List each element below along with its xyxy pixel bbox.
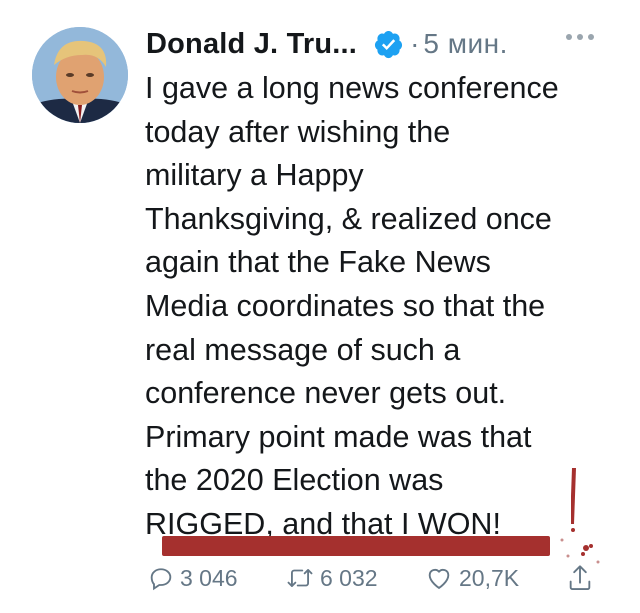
author-name[interactable]: Donald J. Tru... — [146, 28, 357, 61]
tweet-line: today after wishing the — [145, 114, 451, 149]
share-icon — [569, 565, 591, 591]
tweet-header: Donald J. Tru... · 5 мин. — [146, 22, 508, 66]
like-icon — [428, 568, 450, 590]
reply-icon — [150, 568, 172, 591]
tweet-line: conference never gets out. — [145, 376, 507, 411]
red-marker-strike — [162, 536, 550, 556]
tweet-actions: 3 046 6 032 20,7K — [0, 558, 640, 602]
more-options-icon[interactable] — [566, 34, 594, 40]
reply-count: 3 046 — [180, 564, 238, 591]
separator-dot: · — [410, 28, 420, 59]
tweet-timestamp[interactable]: 5 мин. — [423, 28, 507, 60]
tweet-line: real message of such a — [145, 332, 461, 367]
retweet-count: 6 032 — [320, 564, 378, 591]
share-button[interactable] — [566, 562, 594, 594]
avatar-image — [32, 27, 128, 123]
reply-button[interactable]: 3 046 — [147, 564, 238, 592]
tweet-line: Primary point made was that — [145, 419, 532, 454]
like-button[interactable]: 20,7K — [424, 564, 519, 592]
retweet-icon — [287, 569, 313, 587]
tweet-line: I gave a long news conference — [145, 71, 559, 105]
verified-badge-icon — [374, 30, 403, 58]
retweet-button[interactable]: 6 032 — [285, 564, 378, 592]
like-count: 20,7K — [459, 564, 520, 591]
tweet-line: Media coordinates so that the — [145, 288, 546, 323]
tweet-line: Thanksgiving, & realized once — [145, 201, 552, 236]
tweet-line: again that the Fake News — [145, 245, 491, 280]
avatar[interactable] — [32, 27, 128, 123]
tweet-line: military a Happy — [145, 158, 364, 193]
